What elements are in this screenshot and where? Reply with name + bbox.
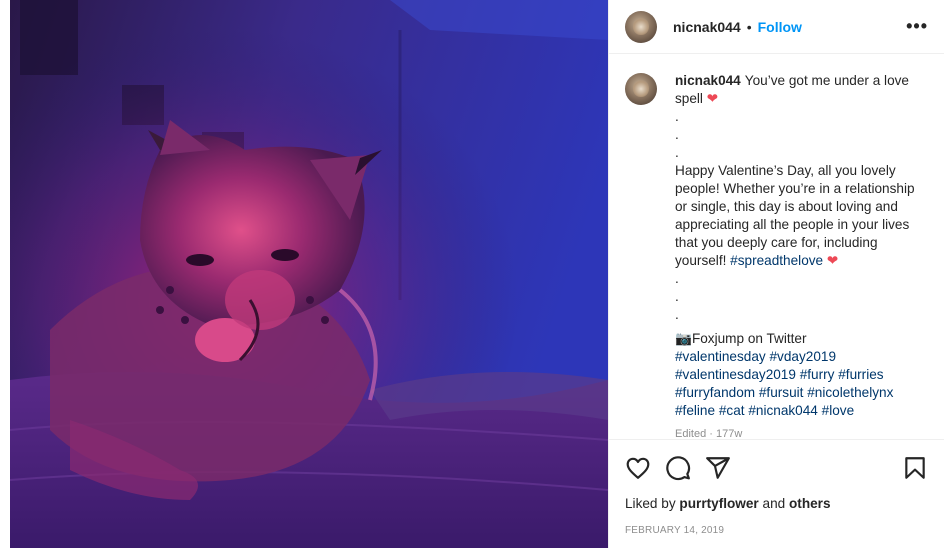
post-sidebar: nicnak044 • Follow ••• nicnak044 You’ve g…: [608, 0, 944, 548]
comment-icon[interactable]: [665, 455, 691, 481]
hashtag-link[interactable]: #valentinesday2019: [675, 367, 796, 382]
caption-dot: .: [675, 307, 679, 322]
likes-middle: and: [762, 496, 786, 511]
heart-icon[interactable]: [625, 455, 651, 481]
hashtag-link[interactable]: #spreadthelove: [730, 253, 823, 268]
liker-username[interactable]: purrtyflower: [679, 496, 758, 511]
edited-timestamp: Edited · 177w: [675, 428, 743, 439]
hashtag-link[interactable]: #valentinesday: [675, 349, 766, 364]
caption-text: nicnak044 You’ve got me under a love spel…: [675, 72, 925, 420]
hashtag-link[interactable]: #vday2019: [769, 349, 836, 364]
follow-button[interactable]: Follow: [758, 19, 802, 35]
post-header: nicnak044 • Follow •••: [609, 0, 944, 54]
post-footer: Liked by purrtyflower and others FEBRUAR…: [609, 439, 944, 536]
page-margin: [0, 0, 10, 548]
hashtag-link[interactable]: #furry: [800, 367, 835, 382]
camera-icon: 📷: [675, 331, 692, 346]
post-photo-illustration: [10, 0, 608, 548]
photo-credit: Foxjump on Twitter: [691, 331, 807, 346]
heart-emoji: ❤: [706, 91, 719, 106]
hashtag-link[interactable]: #cat: [719, 403, 745, 418]
likes-prefix: Liked by: [625, 496, 676, 511]
hashtag-link[interactable]: #feline: [675, 403, 715, 418]
hashtag-link[interactable]: #love: [822, 403, 855, 418]
likes-summary: Liked by purrtyflower and others: [609, 496, 944, 511]
hashtag-link[interactable]: #furries: [838, 367, 883, 382]
caption-row: nicnak044 You’ve got me under a love spel…: [625, 72, 928, 420]
post-date[interactable]: FEBRUARY 14, 2019: [609, 511, 944, 536]
share-icon[interactable]: [705, 455, 731, 481]
heart-emoji: ❤: [826, 253, 839, 268]
hashtag-link[interactable]: #fursuit: [759, 385, 804, 400]
action-bar: [609, 440, 944, 496]
caption-avatar[interactable]: [625, 73, 657, 105]
author-username[interactable]: nicnak044: [673, 19, 741, 35]
caption-dot: .: [675, 145, 679, 160]
bookmark-icon[interactable]: [902, 455, 928, 481]
post-image[interactable]: [10, 0, 608, 548]
likes-others-link[interactable]: others: [789, 496, 831, 511]
caption-dot: .: [675, 289, 679, 304]
caption-dot: .: [675, 271, 679, 286]
more-dots-icon[interactable]: •••: [906, 16, 928, 37]
hashtag-link[interactable]: #nicnak044: [748, 403, 818, 418]
comments-area[interactable]: nicnak044 You’ve got me under a love spel…: [609, 54, 944, 439]
hashtag-link[interactable]: #nicolethelynx: [807, 385, 893, 400]
separator-dot: •: [746, 18, 752, 35]
author-avatar[interactable]: [625, 10, 657, 43]
caption-dot: .: [675, 109, 679, 124]
hashtag-list: #valentinesday #vday2019 #valentinesday2…: [675, 348, 925, 420]
caption-dot: .: [675, 127, 679, 142]
caption-username[interactable]: nicnak044: [675, 73, 741, 88]
hashtag-link[interactable]: #furryfandom: [675, 385, 755, 400]
